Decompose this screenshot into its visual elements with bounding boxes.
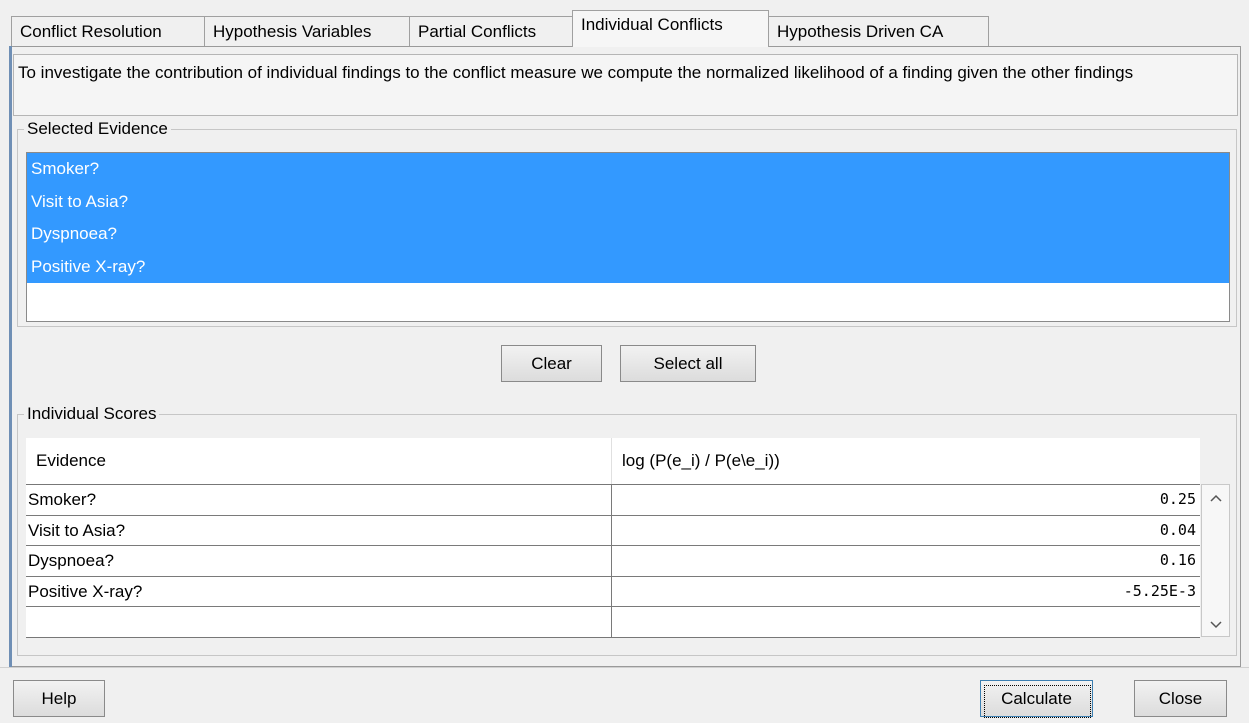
chevron-up-icon[interactable]	[1202, 487, 1229, 507]
table-row[interactable]: Positive X-ray? -5.25E-3	[26, 576, 1200, 607]
description-text: To investigate the contribution of indiv…	[13, 54, 1238, 116]
focus-ring	[984, 685, 1091, 718]
tab-hypothesis-driven-ca[interactable]: Hypothesis Driven CA	[768, 16, 989, 46]
evidence-cell: Positive X-ray?	[26, 576, 612, 606]
column-header-evidence[interactable]: Evidence	[26, 438, 612, 484]
evidence-cell: Dyspnoea?	[26, 546, 612, 576]
evidence-cell: Smoker?	[26, 485, 612, 515]
table-scrollbar[interactable]	[1201, 484, 1230, 637]
scores-table: Evidence log (P(e_i) / P(e\e_i)) Smoker?…	[26, 438, 1200, 638]
list-item[interactable]: Smoker?	[27, 153, 1229, 186]
table-row[interactable]: Dyspnoea? 0.16	[26, 546, 1200, 577]
score-cell: 0.16	[1159, 551, 1196, 569]
help-button[interactable]: Help	[13, 680, 105, 717]
table-row[interactable]: Smoker? 0.25	[26, 485, 1200, 516]
panel-accent	[9, 46, 12, 667]
tab-hypothesis-variables[interactable]: Hypothesis Variables	[204, 16, 410, 46]
evidence-cell: Visit to Asia?	[26, 515, 612, 545]
close-button[interactable]: Close	[1134, 680, 1227, 717]
tab-partial-conflicts[interactable]: Partial Conflicts	[409, 16, 573, 46]
column-header-score[interactable]: log (P(e_i) / P(e\e_i))	[612, 438, 1200, 484]
score-cell: 0.04	[1159, 520, 1196, 539]
select-all-button[interactable]: Select all	[620, 345, 756, 382]
table-row[interactable]: Visit to Asia? 0.04	[26, 515, 1200, 546]
evidence-cell	[26, 607, 612, 637]
list-item[interactable]: Dyspnoea?	[27, 218, 1229, 251]
score-cell	[612, 607, 1200, 637]
score-cell: -5.25E-3	[1123, 581, 1196, 600]
footer-divider	[0, 667, 1249, 668]
evidence-listbox[interactable]: Smoker? Visit to Asia? Dyspnoea? Positiv…	[26, 152, 1230, 322]
list-item[interactable]: Visit to Asia?	[27, 185, 1229, 218]
individual-scores-title: Individual Scores	[27, 404, 157, 423]
list-item[interactable]: Positive X-ray?	[27, 250, 1229, 283]
score-cell: 0.25	[1159, 490, 1196, 508]
table-row[interactable]	[26, 607, 1200, 638]
table-header: Evidence log (P(e_i) / P(e\e_i))	[26, 438, 1200, 484]
clear-button[interactable]: Clear	[501, 345, 602, 382]
tab-individual-conflicts[interactable]: Individual Conflicts	[572, 10, 769, 47]
selected-evidence-title: Selected Evidence	[27, 119, 168, 138]
tab-conflict-resolution[interactable]: Conflict Resolution	[11, 16, 205, 46]
chevron-down-icon[interactable]	[1202, 614, 1229, 634]
